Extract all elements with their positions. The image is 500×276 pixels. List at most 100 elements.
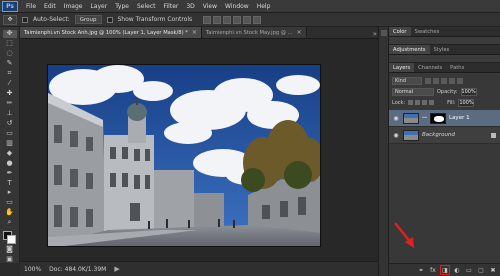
marquee-tool-icon[interactable]: ⬚: [3, 40, 17, 48]
pen-tool-icon[interactable]: ✒: [3, 169, 17, 177]
menu-view[interactable]: View: [199, 3, 221, 10]
zoom-tool-icon[interactable]: ⌕: [3, 219, 17, 227]
lock-all-icon[interactable]: [429, 100, 435, 105]
brush-tool-icon[interactable]: ✏: [3, 100, 17, 108]
menu-help[interactable]: Help: [253, 3, 275, 10]
history-brush-tool-icon[interactable]: ↺: [3, 119, 17, 127]
shape-tool-icon[interactable]: ▭: [3, 199, 17, 207]
menu-select[interactable]: Select: [133, 3, 160, 10]
screen-mode-icon[interactable]: ▣: [3, 255, 17, 263]
menu-file[interactable]: File: [22, 3, 40, 10]
filter-smart-object-icon[interactable]: [457, 77, 463, 84]
tab-layers[interactable]: Layers: [389, 63, 415, 72]
new-layer-icon[interactable]: ▢: [477, 266, 485, 274]
menu-filter[interactable]: Filter: [160, 3, 183, 10]
clone-stamp-tool-icon[interactable]: ⊥: [3, 109, 17, 118]
opacity-input[interactable]: 100%: [460, 87, 477, 96]
menu-window[interactable]: Window: [221, 3, 253, 10]
fx-icon[interactable]: fx: [429, 266, 437, 274]
menu-layer[interactable]: Layer: [86, 3, 111, 10]
layer-row-background[interactable]: ◉ Background: [389, 127, 500, 144]
eyedropper-tool-icon[interactable]: ⁄: [3, 80, 17, 88]
eye-icon[interactable]: ◉: [392, 115, 400, 122]
lock-pixels-icon[interactable]: [415, 100, 421, 105]
background-color-swatch[interactable]: [6, 234, 16, 244]
tab-channels[interactable]: Channels: [414, 63, 446, 72]
filter-kind-dropdown[interactable]: Kind: [392, 76, 422, 85]
status-bar: 100% Doc: 484.0K/1.39M ▶: [20, 261, 378, 276]
layer-name[interactable]: Layer 1: [449, 115, 470, 121]
menu-image[interactable]: Image: [60, 3, 87, 10]
close-icon[interactable]: ×: [192, 29, 197, 36]
show-transform-checkbox[interactable]: [106, 16, 113, 23]
add-mask-icon[interactable]: ◨: [440, 265, 450, 275]
link-icon[interactable]: ⚭: [417, 266, 425, 274]
tab-label: Taimienphi.vn Stock Anh.jpg @ 100% (Laye…: [24, 29, 188, 36]
path-select-tool-icon[interactable]: ▸: [3, 189, 17, 197]
lasso-tool-icon[interactable]: ◌: [3, 50, 17, 58]
menu-3d[interactable]: 3D: [182, 3, 198, 10]
menu-type[interactable]: Type: [111, 3, 133, 10]
menu-edit[interactable]: Edit: [40, 3, 60, 10]
photoshop-logo: Ps: [2, 0, 18, 12]
tab-adjustments[interactable]: Adjustments: [389, 45, 430, 54]
layer-name[interactable]: Background: [422, 132, 455, 138]
tab-label: Taimienphi.vn Stock May.jpg @ ...: [205, 29, 293, 36]
healing-tool-icon[interactable]: ✚: [3, 90, 17, 98]
status-menu-arrow-icon[interactable]: ▶: [114, 265, 119, 273]
color-swatches[interactable]: [2, 230, 17, 244]
layers-controls: Kind Normal Opacity: 100% Lock: Fill: 10…: [389, 73, 500, 110]
quick-mask-icon[interactable]: ◙: [3, 245, 17, 253]
align-middle-icon[interactable]: [213, 15, 222, 24]
blend-mode-dropdown[interactable]: Normal: [392, 87, 434, 96]
eye-icon[interactable]: ◉: [392, 132, 400, 139]
quick-select-tool-icon[interactable]: ✎: [3, 60, 17, 68]
type-tool-icon[interactable]: T: [3, 179, 17, 187]
show-transform-label: Show Transform Controls: [117, 16, 193, 23]
layer-thumbnail: [403, 112, 419, 124]
gradient-tool-icon[interactable]: ▥: [3, 139, 17, 147]
layer-row-layer1[interactable]: ◉ ⊶ Layer 1: [389, 110, 500, 127]
link-mask-icon[interactable]: ⊶: [422, 115, 427, 121]
tab-stock-anh[interactable]: Taimienphi.vn Stock Anh.jpg @ 100% (Laye…: [20, 27, 202, 38]
dodge-tool-icon[interactable]: ●: [3, 159, 17, 167]
tabs-overflow-icon[interactable]: »: [373, 30, 377, 38]
layer-mask-thumbnail[interactable]: [430, 112, 446, 124]
trash-icon[interactable]: ✖: [489, 266, 497, 274]
tab-color[interactable]: Color: [389, 27, 411, 36]
move-tool-icon[interactable]: ✥: [2, 30, 17, 38]
move-tool-preset-icon[interactable]: ✥: [3, 14, 17, 25]
zoom-level[interactable]: 100%: [24, 266, 41, 273]
adjustment-icon[interactable]: ◐: [453, 266, 461, 274]
close-icon[interactable]: ×: [297, 29, 302, 36]
hand-tool-icon[interactable]: ✋: [3, 209, 17, 217]
blur-tool-icon[interactable]: ◆: [3, 149, 17, 157]
align-top-icon[interactable]: [203, 15, 212, 24]
align-bottom-icon[interactable]: [223, 15, 232, 24]
eraser-tool-icon[interactable]: ▭: [3, 129, 17, 137]
tab-paths[interactable]: Paths: [446, 63, 468, 72]
auto-select-checkbox[interactable]: [22, 16, 28, 23]
filter-type-icon[interactable]: [441, 77, 447, 84]
tab-swatches[interactable]: Swatches: [411, 27, 444, 36]
align-right-icon[interactable]: [253, 15, 262, 24]
adjustments-panel-body: [389, 55, 500, 63]
align-left-icon[interactable]: [233, 15, 242, 24]
folder-icon[interactable]: ▭: [465, 266, 473, 274]
lock-transparency-icon[interactable]: [408, 100, 414, 105]
fill-input[interactable]: 100%: [458, 98, 475, 107]
canvas-area[interactable]: [20, 39, 378, 261]
document-image[interactable]: [47, 64, 321, 247]
align-center-icon[interactable]: [243, 15, 252, 24]
auto-select-dropdown[interactable]: Group: [74, 15, 102, 24]
filter-adjustment-icon[interactable]: [433, 77, 439, 84]
filter-shape-icon[interactable]: [449, 77, 455, 84]
collapse-icon[interactable]: [381, 30, 387, 36]
tab-styles[interactable]: Styles: [430, 45, 454, 54]
filter-pixel-icon[interactable]: [425, 77, 431, 84]
layers-panel-tabs: Layers Channels Paths: [389, 63, 500, 73]
lock-position-icon[interactable]: [422, 100, 428, 105]
tab-stock-may[interactable]: Taimienphi.vn Stock May.jpg @ ... ×: [201, 27, 307, 38]
crop-tool-icon[interactable]: ⌗: [3, 70, 17, 78]
annotation-arrow: [394, 222, 414, 248]
